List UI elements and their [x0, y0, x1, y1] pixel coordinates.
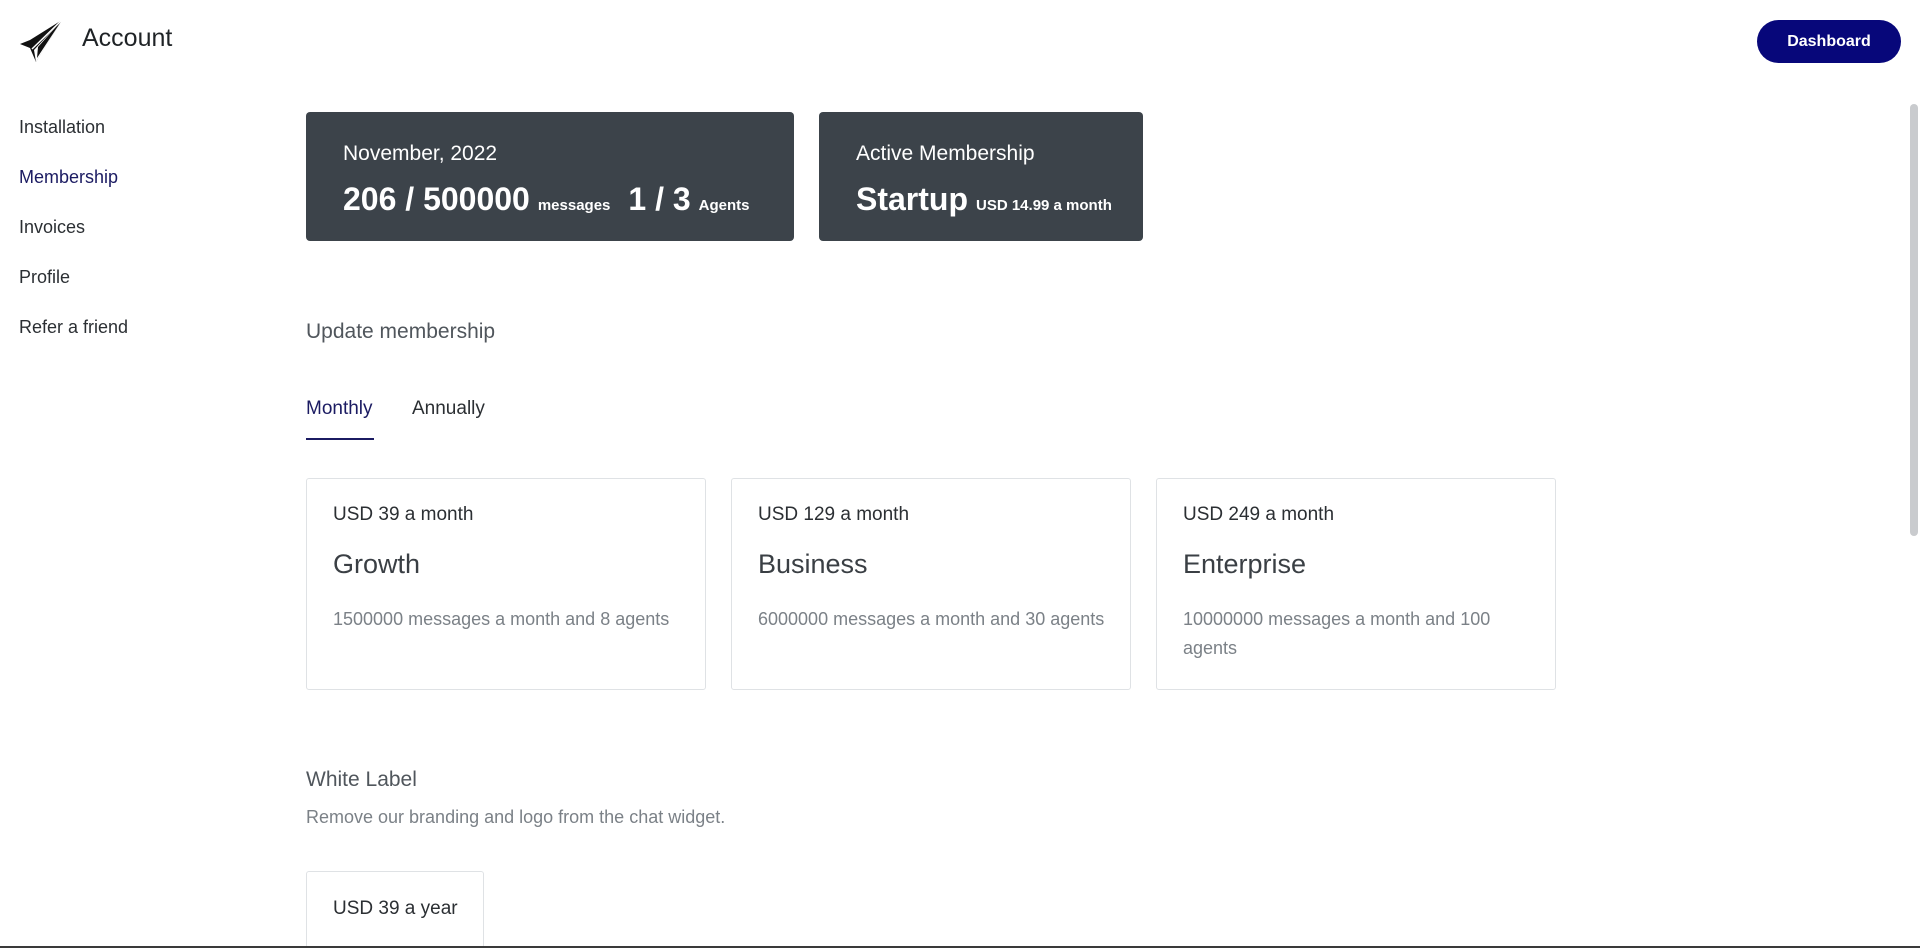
active-plan-name: Startup — [856, 181, 968, 217]
usage-card: November, 2022 206 / 500000 messages 1 / 3… — [306, 112, 794, 241]
page-title: Account — [82, 24, 173, 52]
sidebar-item-refer-a-friend[interactable]: Refer a friend — [19, 315, 128, 365]
white-label-price: USD 39 a year — [333, 898, 458, 919]
active-tab-indicator — [306, 438, 374, 440]
usage-period: November, 2022 — [343, 142, 498, 165]
active-membership-values: Startup USD 14.99 a month — [856, 181, 1112, 218]
usage-values: 206 / 500000 messages 1 / 3 Agents — [343, 181, 750, 218]
agents-unit: Agents — [698, 197, 750, 214]
plan-price: USD 39 a month — [333, 504, 474, 525]
update-membership-title: Update membership — [306, 320, 496, 343]
messages-count: 206 / 500000 — [343, 181, 530, 217]
agents-count: 1 / 3 — [628, 181, 691, 217]
sidebar-item-invoices[interactable]: Invoices — [19, 215, 128, 265]
plan-name: Growth — [333, 549, 421, 579]
plan-card-business[interactable]: USD 129 a month Business 6000000 message… — [731, 478, 1131, 690]
tab-monthly[interactable]: Monthly — [306, 398, 373, 420]
sidebar-item-installation[interactable]: Installation — [19, 115, 128, 165]
white-label-title: White Label — [306, 768, 417, 791]
plan-card-growth[interactable]: USD 39 a month Growth 1500000 messages a… — [306, 478, 706, 690]
tab-annually[interactable]: Annually — [412, 398, 485, 420]
paper-plane-logo-icon — [20, 20, 62, 62]
sidebar: Installation Membership Invoices Profile… — [19, 115, 128, 365]
active-plan-price: USD 14.99 a month — [976, 197, 1112, 214]
scrollbar-thumb[interactable] — [1910, 104, 1918, 536]
active-membership-label: Active Membership — [856, 142, 1035, 165]
plan-description: 1500000 messages a month and 8 agents — [333, 609, 670, 629]
plan-price: USD 249 a month — [1183, 504, 1335, 525]
active-membership-card: Active Membership Startup USD 14.99 a mon… — [819, 112, 1143, 241]
plan-name: Business — [758, 549, 868, 579]
plan-price: USD 129 a month — [758, 504, 910, 525]
plan-description: 10000000 messages a month and 100 agents — [1183, 609, 1491, 658]
sidebar-item-profile[interactable]: Profile — [19, 265, 128, 315]
dashboard-button[interactable]: Dashboard — [1757, 20, 1901, 63]
plan-description: 6000000 messages a month and 30 agents — [758, 609, 1105, 629]
white-label-description: Remove our branding and logo from the ch… — [306, 807, 726, 827]
plan-card-enterprise[interactable]: USD 249 a month Enterprise 10000000 mess… — [1156, 478, 1556, 690]
sidebar-item-membership[interactable]: Membership — [19, 165, 128, 215]
messages-unit: messages — [537, 197, 611, 214]
white-label-plan-card[interactable]: USD 39 a year — [306, 871, 484, 948]
plan-name: Enterprise — [1183, 549, 1307, 579]
